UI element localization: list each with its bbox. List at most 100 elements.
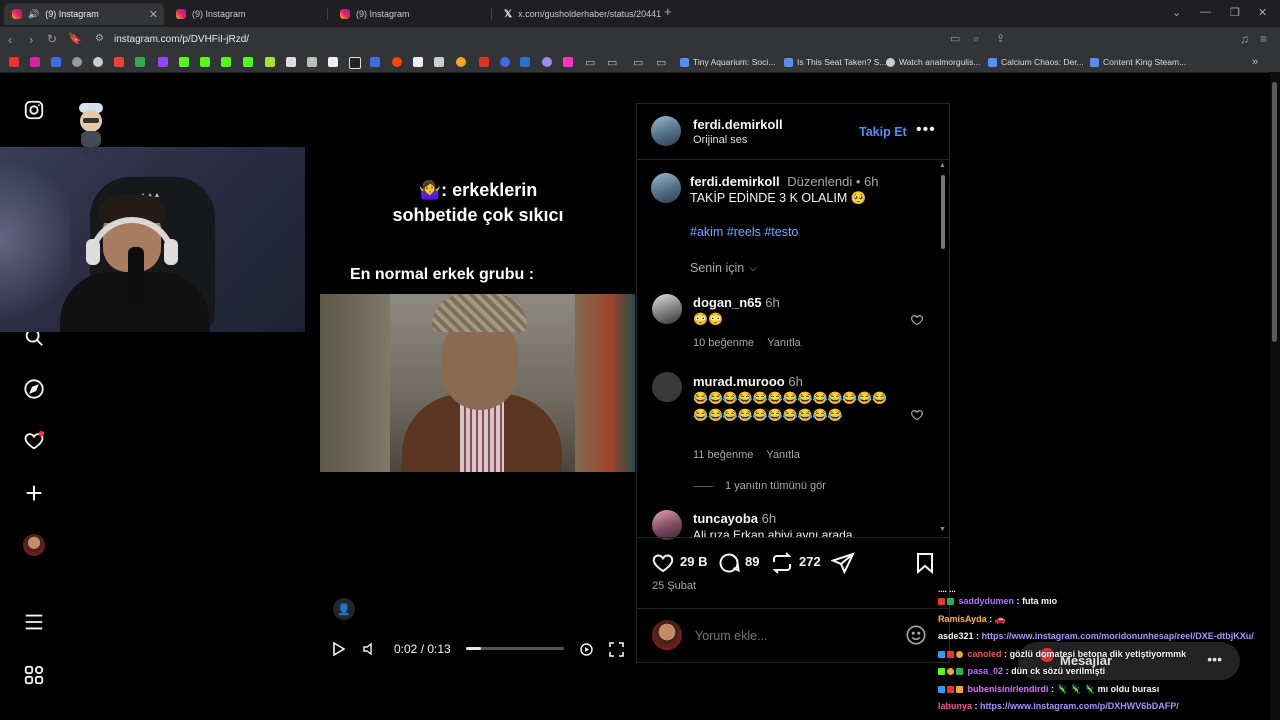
tab-search-icon[interactable]: ⌄	[1172, 6, 1181, 19]
comment-username[interactable]: murad.murooo	[693, 374, 785, 389]
chat-username[interactable]: saddydumen	[959, 596, 1015, 606]
autoplay-icon[interactable]	[579, 642, 594, 660]
caption-author-avatar[interactable]	[651, 173, 681, 203]
browser-tab-4[interactable]: 𝕏 x.com/gusholderhaber/status/20441	[496, 3, 661, 25]
emoji-picker-icon[interactable]	[905, 624, 927, 646]
chat-username[interactable]: asde321	[938, 631, 974, 641]
like-comment-icon[interactable]	[910, 408, 924, 422]
bookmark-icon[interactable]	[265, 57, 275, 67]
reel-video[interactable]: 🤷‍♀️: erkeklerin sohbetide çok sıkıcı En…	[320, 103, 636, 663]
more-options-icon[interactable]: •••	[916, 121, 936, 139]
view-replies-button[interactable]: 1 yanıtın tümünü gör	[693, 480, 826, 492]
bookmark-page-icon[interactable]: 🔖	[68, 33, 82, 46]
chat-username[interactable]: labunya	[938, 701, 972, 711]
bookmark-icon[interactable]	[72, 57, 82, 67]
bookmark-icon[interactable]	[542, 57, 552, 67]
comments-scrollbar[interactable]: ▲ ▼	[939, 162, 947, 535]
chat-username[interactable]: canoled	[968, 649, 1002, 659]
repost-count[interactable]: 272	[799, 554, 821, 569]
bookmark-icon[interactable]	[51, 57, 61, 67]
bookmark-icon[interactable]	[93, 57, 103, 67]
comment-username[interactable]: dogan_n65	[693, 295, 762, 310]
bookmark-icon[interactable]	[434, 57, 444, 67]
bookmark-kick-icon[interactable]	[200, 57, 210, 67]
bookmark-link[interactable]: Tiny Aquarium: Soci...	[680, 57, 775, 67]
comment-username[interactable]: tuncayoba	[693, 511, 758, 526]
author-avatar[interactable]	[651, 116, 681, 146]
save-bookmark-icon[interactable]	[913, 551, 937, 575]
browser-tab-2[interactable]: (9) Instagram	[168, 3, 328, 25]
bookmark-kick-icon[interactable]	[243, 57, 253, 67]
bookmark-youtube-icon[interactable]	[9, 57, 19, 67]
caption-author[interactable]: ferdi.demirkoll	[690, 174, 780, 189]
restore-icon[interactable]: ❐	[1230, 6, 1240, 19]
browser-tab-3[interactable]: (9) Instagram	[332, 3, 492, 25]
bookmark-kick-icon[interactable]	[221, 57, 231, 67]
site-info-icon[interactable]: ⚙	[95, 33, 104, 44]
audio-label[interactable]: Orijinal ses	[693, 134, 747, 146]
comment-count[interactable]: 89	[745, 554, 759, 569]
scroll-up-icon[interactable]: ▲	[939, 162, 946, 169]
minimize-icon[interactable]: —	[1200, 6, 1211, 18]
repost-icon[interactable]	[770, 551, 794, 575]
share-icon[interactable]: ⇪	[996, 33, 1005, 46]
comment-likes[interactable]: 11 beğenme	[693, 449, 753, 461]
my-avatar[interactable]	[652, 620, 682, 650]
instagram-logo-icon[interactable]	[22, 98, 46, 122]
like-count[interactable]: 29 B	[680, 554, 707, 569]
play-icon[interactable]	[332, 641, 346, 659]
commenter-avatar[interactable]	[652, 294, 682, 324]
chat-link[interactable]: https://www.instagram.com/moridonunhesap…	[982, 631, 1254, 641]
video-progress-bar[interactable]	[466, 647, 564, 650]
bookmark-icon[interactable]	[520, 57, 530, 67]
bookmark-folder-icon[interactable]: ▭	[607, 56, 617, 69]
bookmark-drive-icon[interactable]	[135, 57, 145, 67]
reply-button[interactable]: Yanıtla	[766, 449, 799, 461]
caption-hashtags[interactable]: #akim #reels #testo	[690, 225, 798, 239]
chat-username[interactable]: RamisAyda	[938, 614, 987, 624]
url-field[interactable]: instagram.com/p/DVHFiI-jRzd/	[114, 34, 249, 45]
tagged-user-icon[interactable]: 👤	[333, 598, 355, 620]
reply-button[interactable]: Yanıtla	[767, 337, 800, 349]
comments-scroll-thumb[interactable]	[941, 175, 945, 249]
share-paper-plane-icon[interactable]	[831, 551, 855, 575]
page-scrollbar[interactable]	[1270, 72, 1280, 720]
close-window-icon[interactable]: ✕	[1258, 6, 1267, 19]
like-heart-icon[interactable]	[651, 551, 675, 575]
bookmark-icon[interactable]	[479, 57, 489, 67]
scroll-down-icon[interactable]: ▼	[939, 526, 946, 533]
forward-icon[interactable]: ›	[29, 33, 33, 46]
bookmark-icon[interactable]	[307, 57, 317, 67]
bookmark-icon[interactable]	[286, 57, 296, 67]
comment-bubble-icon[interactable]	[717, 551, 741, 575]
follow-button[interactable]: Takip Et	[859, 125, 907, 139]
profile-avatar[interactable]	[22, 533, 46, 557]
bookmark-link[interactable]: Watch analmorgulis...	[886, 57, 980, 67]
bookmark-kick-icon[interactable]	[179, 57, 189, 67]
commenter-avatar[interactable]	[652, 510, 682, 540]
bookmark-x-icon[interactable]	[349, 57, 361, 69]
bookmark-folder-icon[interactable]: ▭	[585, 56, 595, 69]
comment-sort-dropdown[interactable]: Senin için ⌵	[690, 261, 757, 275]
bookmark-instagram-icon[interactable]	[30, 57, 40, 67]
close-tab-icon[interactable]: ✕	[149, 8, 158, 21]
back-icon[interactable]: ‹	[8, 33, 12, 46]
more-menu-icon[interactable]	[22, 610, 46, 634]
bookmark-link[interactable]: Calcium Chaos: Der...	[988, 57, 1084, 67]
bookmark-icon[interactable]	[563, 57, 573, 67]
bookmark-icon[interactable]	[500, 57, 510, 67]
reload-icon[interactable]: ↻	[47, 33, 57, 46]
fullscreen-icon[interactable]	[609, 642, 624, 660]
new-tab-button[interactable]: +	[664, 4, 672, 19]
bookmark-link[interactable]: Content King Steam...	[1090, 57, 1186, 67]
cast-icon[interactable]: ▭	[950, 33, 960, 46]
menu-icon[interactable]: ≡	[1260, 33, 1267, 46]
bookmark-icon[interactable]	[456, 57, 466, 67]
commenter-avatar[interactable]	[652, 372, 682, 402]
bookmark-icon[interactable]	[370, 57, 380, 67]
browser-tab-1[interactable]: 🔊 (9) Instagram ✕	[4, 3, 164, 25]
comment-likes[interactable]: 10 beğenme	[693, 337, 754, 349]
bookmark-folder-icon[interactable]: ▭	[656, 56, 666, 69]
more-bookmarks-icon[interactable]: »	[1252, 56, 1258, 68]
page-scroll-thumb[interactable]	[1272, 82, 1277, 342]
